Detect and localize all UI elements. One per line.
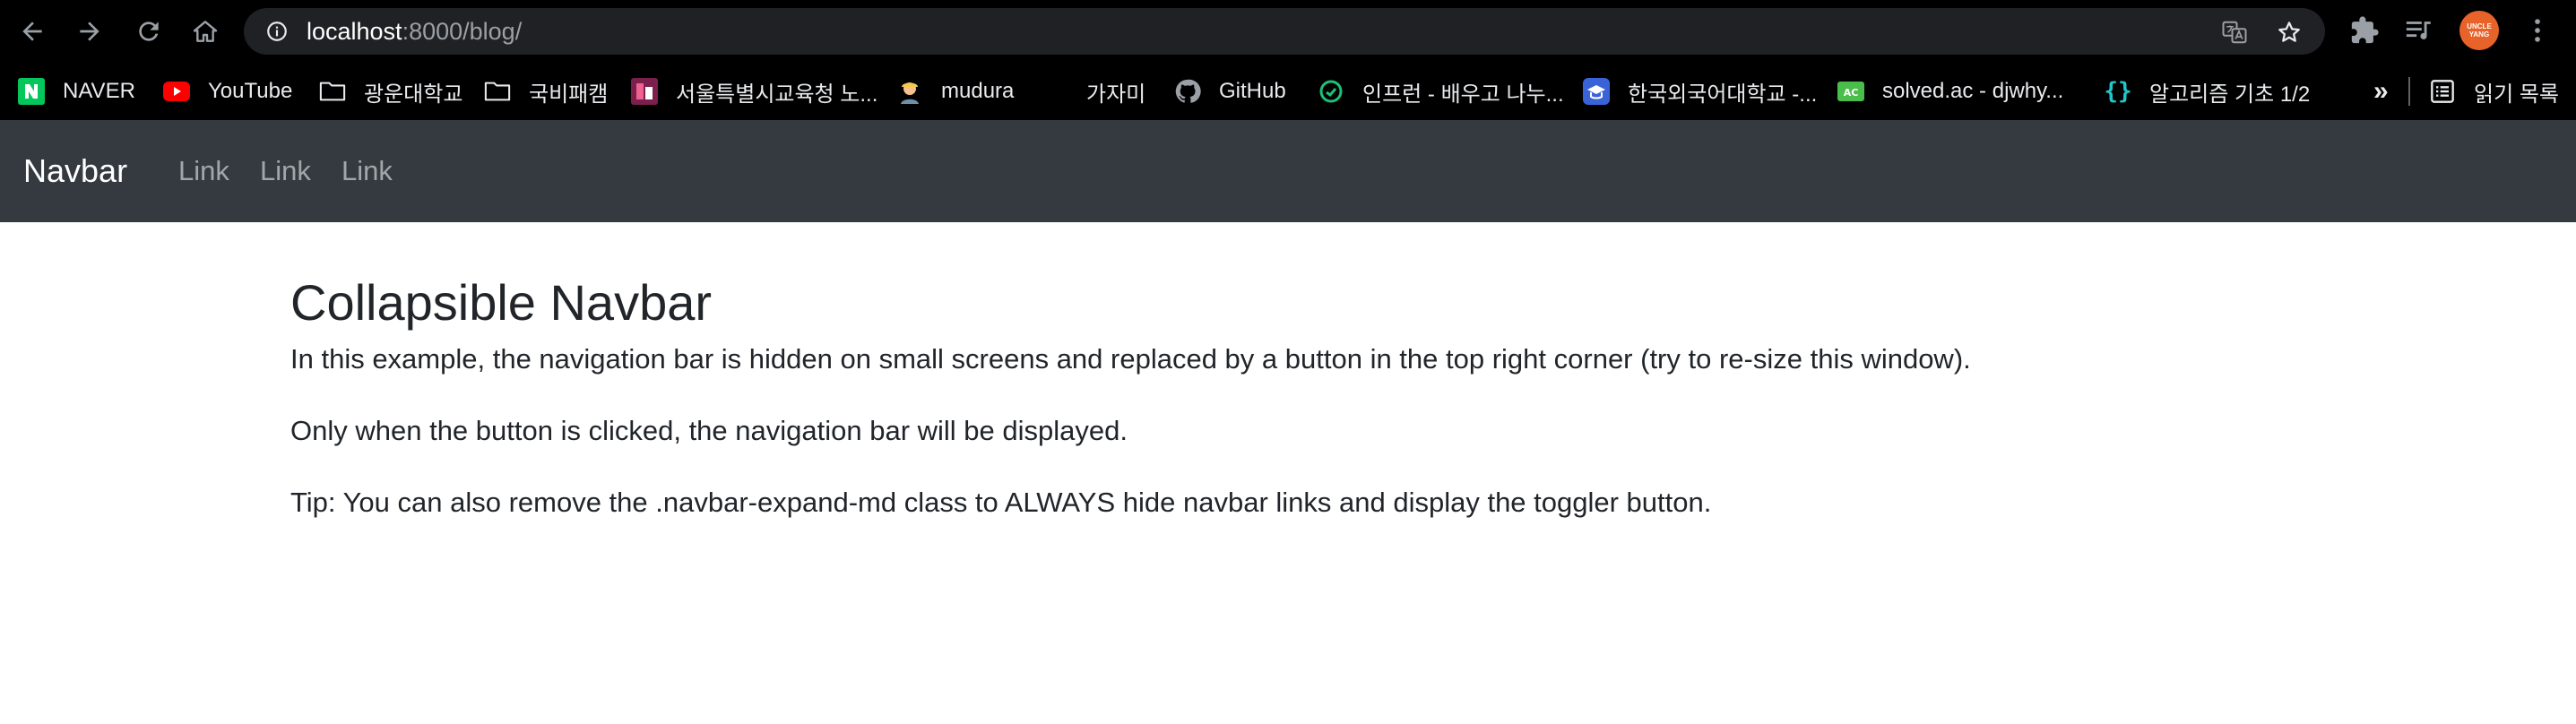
- bookmark-label: mudura: [941, 79, 1015, 103]
- arrow-left-icon: [22, 22, 42, 41]
- bookmark-youtube[interactable]: YouTube: [163, 63, 292, 120]
- bookmark-label: YouTube: [208, 79, 293, 103]
- inflearn-icon: [1318, 78, 1344, 105]
- bookmarks-bar: NAVER YouTube 광운대학교 국비패캠 서울특별시교육청 노... m…: [0, 63, 2576, 120]
- bookmark-seoul-edu[interactable]: 서울특별시교육청 노...: [631, 63, 877, 120]
- bookmark-label: 광운대학교: [364, 82, 463, 107]
- back-button[interactable]: [16, 15, 48, 47]
- reload-icon: [139, 22, 159, 41]
- browser-toolbar: localhost:8000/blog/ UNCLE YANG: [0, 0, 2576, 63]
- bookmarks-overflow-button[interactable]: »: [2373, 63, 2389, 120]
- main-content: Collapsible Navbar In this example, the …: [290, 260, 2352, 554]
- translate-icon[interactable]: [2221, 19, 2248, 46]
- bookmark-label: NAVER: [63, 79, 135, 103]
- bookmark-label: GitHub: [1219, 79, 1286, 103]
- reading-list-icon: [2429, 78, 2456, 105]
- bookmark-folder-gukbi[interactable]: 국비패캠: [484, 63, 608, 120]
- bookmarks-divider: [2408, 77, 2410, 106]
- nav-link[interactable]: Link: [178, 120, 229, 222]
- navbar-brand[interactable]: Navbar: [23, 120, 127, 222]
- naver-icon: [18, 78, 45, 105]
- tip-paragraph: Tip: You can also remove the .navbar-exp…: [290, 487, 1712, 518]
- seoul-edu-icon: [631, 78, 658, 105]
- url-text[interactable]: localhost:8000/blog/: [307, 8, 522, 55]
- nav-link[interactable]: Link: [260, 120, 311, 222]
- arrow-right-icon: [80, 22, 99, 41]
- bookmark-label: 알고리즘 기초 1/2: [2149, 82, 2311, 107]
- bookmark-folder-kwangwoon[interactable]: 광운대학교: [319, 63, 462, 120]
- bookmark-inflearn[interactable]: 인프런 - 배우고 나누...: [1318, 63, 1564, 120]
- solved-ac-icon: AC: [1837, 78, 1864, 105]
- mudura-avatar-icon: [896, 78, 923, 105]
- home-button[interactable]: [189, 15, 221, 47]
- forward-button[interactable]: [73, 15, 106, 47]
- bookmark-label: 한국외국어대학교 -...: [1628, 82, 1818, 107]
- info-paragraph: Only when the button is clicked, the nav…: [290, 415, 1128, 446]
- reading-list-button[interactable]: 읽기 목록: [2429, 63, 2559, 120]
- url-path: :8000/blog/: [402, 18, 523, 45]
- url-host: localhost: [307, 18, 402, 45]
- extensions-icon[interactable]: [2349, 15, 2380, 46]
- bookmark-github[interactable]: GitHub: [1174, 63, 1286, 120]
- bookmark-algorithm[interactable]: {} 알고리즘 기초 1/2: [2104, 63, 2311, 120]
- menu-icon[interactable]: [2522, 15, 2553, 46]
- github-icon: [1174, 78, 1201, 105]
- bookmark-label: 서울특별시교육청 노...: [676, 82, 878, 107]
- folder-icon: [319, 78, 346, 105]
- svg-text:AC: AC: [1844, 87, 1859, 99]
- bookmark-label: 인프런 - 배우고 나누...: [1362, 82, 1564, 107]
- bookmark-label: 국비패캠: [529, 82, 609, 107]
- home-icon: [193, 21, 218, 42]
- bookmark-gajami[interactable]: 가자미: [1042, 63, 1145, 120]
- blank-icon: [1042, 78, 1068, 105]
- site-navbar: Navbar Link Link Link: [0, 120, 2576, 222]
- browser-chrome: localhost:8000/blog/ UNCLE YANG NAVER Yo…: [0, 0, 2576, 120]
- address-bar[interactable]: localhost:8000/blog/: [244, 8, 2325, 55]
- reload-button[interactable]: [133, 15, 165, 47]
- bookmark-solved-ac[interactable]: AC solved.ac - djwhy...: [1837, 63, 2063, 120]
- bookmark-hufs[interactable]: 한국외국어대학교 -...: [1583, 63, 1817, 120]
- code-braces-icon: {}: [2104, 78, 2132, 105]
- site-info-icon[interactable]: [265, 20, 289, 43]
- page-title: Collapsible Navbar: [290, 274, 713, 331]
- nav-link[interactable]: Link: [341, 120, 393, 222]
- bookmark-naver[interactable]: NAVER: [18, 63, 135, 120]
- star-icon[interactable]: [2276, 19, 2303, 46]
- bookmark-mudura[interactable]: mudura: [896, 63, 1014, 120]
- folder-icon: [484, 78, 511, 105]
- media-control-icon[interactable]: [2404, 15, 2434, 46]
- bookmark-label: solved.ac - djwhy...: [1882, 79, 2064, 103]
- bookmark-label: 가자미: [1086, 82, 1146, 107]
- hufs-icon: [1583, 78, 1610, 105]
- reading-list-label: 읽기 목록: [2474, 82, 2559, 107]
- intro-paragraph: In this example, the navigation bar is h…: [290, 343, 1971, 375]
- profile-avatar[interactable]: UNCLE YANG: [2459, 11, 2499, 50]
- youtube-icon: [163, 78, 190, 105]
